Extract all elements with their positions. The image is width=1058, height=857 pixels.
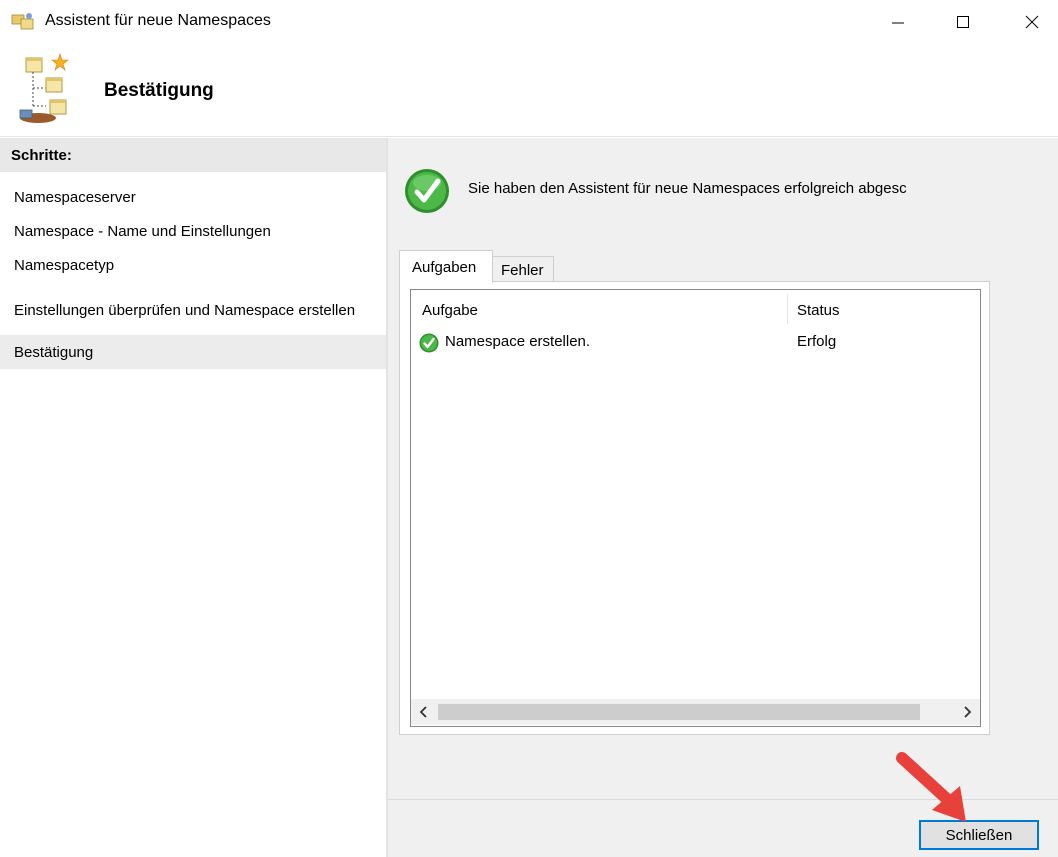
table-row[interactable]: Namespace erstellen. Erfolg xyxy=(411,330,980,354)
success-message: Sie haben den Assistent für neue Namespa… xyxy=(468,180,907,197)
chevron-right-icon xyxy=(964,706,972,718)
tab-label: Aufgaben xyxy=(412,259,477,276)
scrollbar-thumb[interactable] xyxy=(438,704,920,720)
step-namespacetyp: Namespacetyp xyxy=(0,248,386,282)
namespace-wizard-icon xyxy=(19,53,69,123)
step-label: Bestätigung xyxy=(14,344,94,361)
task-list[interactable]: Aufgabe Status Namespace erstellen. Erfo… xyxy=(410,289,981,727)
window-title: Assistent für neue Namespaces xyxy=(45,12,271,29)
page-title: Bestätigung xyxy=(104,80,214,101)
step-review-create: Einstellungen überprüfen und Namespace e… xyxy=(0,293,386,327)
app-icon xyxy=(11,13,34,30)
maximize-icon xyxy=(957,16,969,28)
horizontal-scrollbar[interactable] xyxy=(411,699,980,725)
wizard-header: Bestätigung xyxy=(0,44,1058,137)
step-bestaetigung: Bestätigung xyxy=(0,335,386,369)
column-header-aufgabe[interactable]: Aufgabe xyxy=(422,302,478,319)
chevron-left-icon xyxy=(419,706,427,718)
task-status: Erfolg xyxy=(797,333,837,350)
tab-aufgaben[interactable]: Aufgaben xyxy=(399,250,493,283)
step-name-settings: Namespace - Name und Einstellungen xyxy=(0,214,386,248)
steps-heading: Schritte: xyxy=(0,138,386,172)
red-arrow-annotation-icon xyxy=(896,752,966,822)
scroll-left-button[interactable] xyxy=(411,699,437,725)
success-check-icon xyxy=(419,333,439,353)
step-label: Namespaceserver xyxy=(14,189,136,206)
close-window-button[interactable] xyxy=(1006,0,1058,44)
scroll-right-button[interactable] xyxy=(954,699,980,725)
step-namespaceserver: Namespaceserver xyxy=(0,180,386,214)
title-bar: Assistent für neue Namespaces xyxy=(0,0,1058,44)
minimize-icon xyxy=(892,22,904,24)
minimize-button[interactable] xyxy=(872,0,924,44)
step-label: Namespacetyp xyxy=(14,257,115,274)
column-header-status[interactable]: Status xyxy=(797,302,840,319)
tab-fehler[interactable]: Fehler xyxy=(492,256,554,283)
list-header: Aufgabe Status xyxy=(411,290,980,326)
steps-heading-label: Schritte: xyxy=(11,147,72,164)
maximize-button[interactable] xyxy=(937,0,989,44)
task-name: Namespace erstellen. xyxy=(445,333,591,350)
step-label: Einstellungen überprüfen und Namespace e… xyxy=(14,302,356,319)
tab-label: Fehler xyxy=(501,262,544,279)
steps-panel: Schritte: Namespaceserver Namespace - Na… xyxy=(0,138,386,857)
close-icon xyxy=(1025,15,1039,29)
step-label: Namespace - Name und Einstellungen xyxy=(14,223,271,240)
success-check-icon xyxy=(405,169,449,213)
column-separator[interactable] xyxy=(787,294,788,324)
tab-panel: Aufgabe Status Namespace erstellen. Erfo… xyxy=(399,281,990,735)
